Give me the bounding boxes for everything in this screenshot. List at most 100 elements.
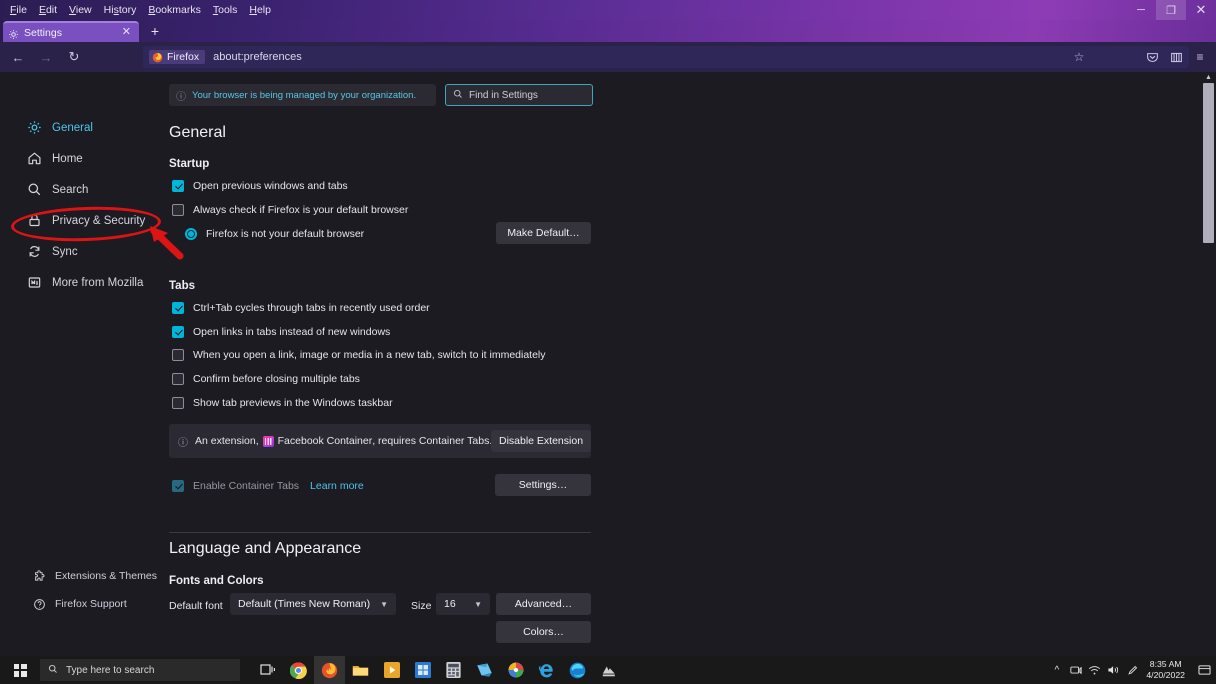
checkbox-open-links-in-tabs[interactable]: Open links in tabs instead of new window…	[172, 323, 390, 340]
maximize-button[interactable]: ❐	[1156, 0, 1186, 20]
learn-more-link[interactable]: Learn more	[310, 480, 364, 492]
font-size-select[interactable]: 16 ▼	[436, 593, 490, 615]
checkbox-box	[172, 179, 184, 192]
sticky-notes-icon[interactable]	[469, 656, 500, 684]
checkbox-box	[172, 203, 184, 216]
sidebar-item-label: Home	[52, 152, 83, 165]
search-placeholder: Find in Settings	[469, 89, 538, 101]
onedrive-icon[interactable]	[1066, 656, 1085, 684]
start-button[interactable]	[0, 656, 40, 684]
checkbox-switch-to-new-tab[interactable]: When you open a link, image or media in …	[172, 346, 546, 363]
media-player-icon[interactable]	[376, 656, 407, 684]
taskbar-clock[interactable]: 8:35 AM 4/20/2022	[1142, 659, 1192, 681]
pen-icon[interactable]	[1123, 656, 1142, 684]
container-tabs-settings-button[interactable]: Settings…	[495, 474, 591, 496]
puzzle-icon	[32, 569, 46, 583]
chrome-icon[interactable]	[283, 656, 314, 684]
app-icon[interactable]	[593, 656, 624, 684]
network-icon[interactable]	[1085, 656, 1104, 684]
checkbox-label: Enable Container Tabs	[193, 479, 300, 492]
checkbox-ctrl-tab-cycles[interactable]: Ctrl+Tab cycles through tabs in recently…	[172, 299, 430, 316]
sidebar-item-general[interactable]: General	[0, 112, 168, 143]
menu-item-history[interactable]: History	[98, 1, 143, 19]
fonts-colors-heading: Fonts and Colors	[169, 575, 264, 587]
firefox-icon[interactable]	[314, 656, 345, 684]
settings-sidebar: General Home Search Privacy & Security S…	[0, 72, 168, 656]
make-default-button[interactable]: Make Default…	[496, 222, 591, 244]
sidebar-item-sync[interactable]: Sync	[0, 236, 168, 267]
scrollbar-thumb[interactable]	[1203, 83, 1214, 243]
colors-button[interactable]: Colors…	[496, 621, 591, 643]
font-size-label: Size	[411, 600, 432, 612]
chevron-up-icon[interactable]: ^	[1047, 656, 1066, 684]
scrollbar-track[interactable]	[1203, 243, 1214, 645]
section-divider	[169, 532, 591, 533]
edge-icon[interactable]	[562, 656, 593, 684]
forward-icon[interactable]: →	[32, 44, 60, 70]
default-font-select[interactable]: Default (Times New Roman) ▼	[230, 593, 396, 615]
organization-managed-text: Your browser is being managed by your or…	[192, 89, 417, 101]
default-browser-status: Firefox is not your default browser	[185, 224, 364, 244]
internet-explorer-icon[interactable]	[531, 656, 562, 684]
bookmark-star-icon[interactable]: ☆	[1068, 47, 1090, 67]
disable-extension-button[interactable]: Disable Extension	[491, 430, 591, 452]
checkbox-box	[172, 325, 184, 338]
advanced-button[interactable]: Advanced…	[496, 593, 591, 615]
checkbox-box	[172, 348, 184, 361]
close-button[interactable]: ✕	[1186, 0, 1216, 20]
reload-icon[interactable]: ↻	[60, 44, 88, 70]
menu-item-tools[interactable]: Tools	[207, 1, 244, 19]
pocket-icon[interactable]	[1140, 46, 1164, 68]
library-icon[interactable]	[1164, 46, 1188, 68]
menu-item-edit[interactable]: Edit	[33, 1, 63, 19]
checkbox-confirm-closing-tabs[interactable]: Confirm before closing multiple tabs	[172, 370, 360, 387]
checkbox-open-previous-windows[interactable]: Open previous windows and tabs	[172, 177, 348, 194]
paint-icon[interactable]	[500, 656, 531, 684]
volume-icon[interactable]	[1104, 656, 1123, 684]
menu-item-view[interactable]: View	[63, 1, 98, 19]
checkbox-tab-previews-taskbar[interactable]: Show tab previews in the Windows taskbar	[172, 394, 393, 411]
back-icon[interactable]: ←	[4, 44, 32, 70]
checkbox-enable-container-tabs[interactable]: Enable Container Tabs Learn more	[172, 477, 364, 494]
default-font-label: Default font	[169, 600, 223, 612]
url-text: about:preferences	[213, 51, 302, 63]
menu-item-help[interactable]: Help	[243, 1, 277, 19]
action-center-icon[interactable]	[1192, 656, 1216, 684]
sidebar-item-label: Search	[52, 183, 89, 196]
tab-strip: Settings ✕ +	[0, 20, 1216, 42]
window-controls: ─ ❐ ✕	[1126, 0, 1216, 20]
sidebar-item-home[interactable]: Home	[0, 143, 168, 174]
firefox-brand-chip: Firefox	[149, 50, 206, 64]
sidebar-item-search[interactable]: Search	[0, 174, 168, 205]
sidebar-item-extensions-themes[interactable]: Extensions & Themes	[0, 562, 168, 590]
file-explorer-icon[interactable]	[345, 656, 376, 684]
help-icon	[32, 598, 46, 611]
menu-item-file[interactable]: File	[4, 1, 33, 19]
calculator-icon[interactable]	[438, 656, 469, 684]
default-browser-status-text: Firefox is not your default browser	[206, 228, 365, 240]
sidebar-item-firefox-support[interactable]: Firefox Support	[0, 590, 168, 618]
menu-item-bookmarks[interactable]: Bookmarks	[142, 1, 207, 19]
tab-title: Settings	[24, 26, 62, 39]
checkbox-box	[172, 372, 184, 385]
facebook-container-icon	[262, 435, 274, 447]
scroll-up-arrow[interactable]: ▲	[1201, 72, 1216, 83]
url-bar[interactable]: Firefox about:preferences	[143, 46, 1189, 68]
page-scrollbar[interactable]: ▲	[1201, 72, 1216, 656]
sidebar-item-privacy-security[interactable]: Privacy & Security	[0, 205, 168, 236]
checkbox-label: Open links in tabs instead of new window…	[193, 325, 391, 338]
sidebar-item-more-from-mozilla[interactable]: More from Mozilla	[0, 267, 168, 298]
microsoft-store-icon[interactable]	[407, 656, 438, 684]
tab-settings[interactable]: Settings ✕	[3, 21, 139, 42]
checkbox-always-check-default[interactable]: Always check if Firefox is your default …	[172, 201, 408, 218]
hamburger-menu-icon[interactable]: ≡	[1188, 46, 1212, 68]
minimize-button[interactable]: ─	[1126, 0, 1156, 20]
navigation-toolbar: ← → ↻ Firefox about:preferences ☆ ≡	[0, 42, 1216, 72]
close-icon[interactable]: ✕	[119, 27, 134, 38]
search-input[interactable]: Find in Settings	[445, 84, 593, 106]
task-view-icon[interactable]	[252, 656, 283, 684]
firefox-icon	[152, 52, 163, 63]
taskbar-search-input[interactable]: Type here to search	[40, 659, 240, 681]
new-tab-button[interactable]: +	[148, 24, 162, 38]
settings-page: General Home Search Privacy & Security S…	[0, 72, 1216, 656]
